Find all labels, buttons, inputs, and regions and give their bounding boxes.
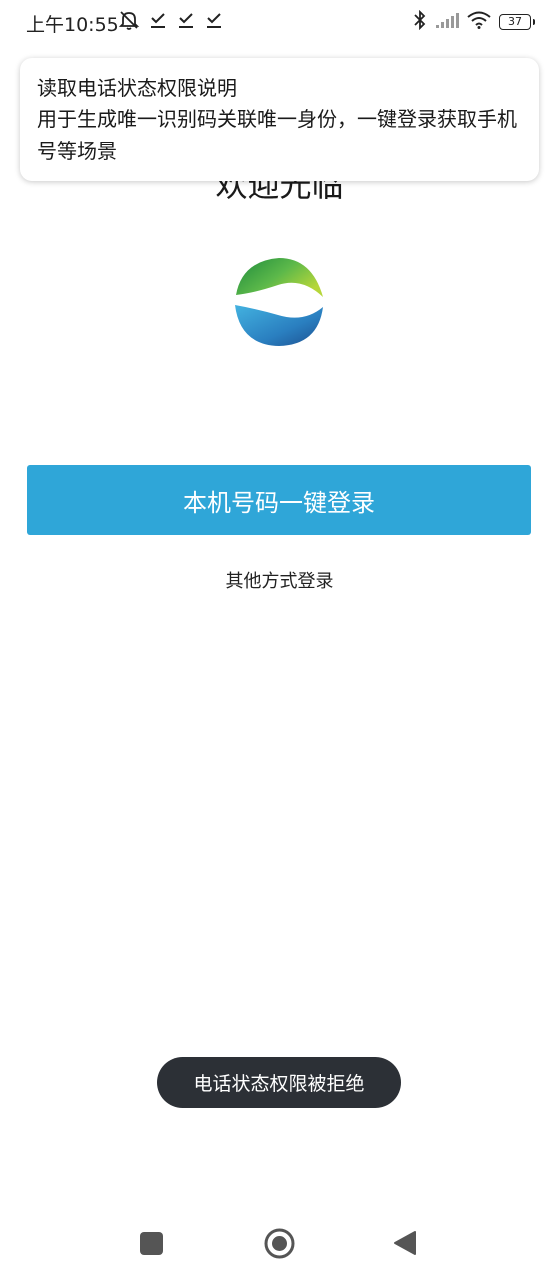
permission-dialog: 读取电话状态权限说明 用于生成唯一识别码关联唯一身份，一键登录获取手机号等场景: [20, 58, 539, 181]
check-icon: [176, 10, 196, 30]
wifi-icon: [467, 11, 491, 33]
other-login-link[interactable]: 其他方式登录: [0, 567, 559, 593]
bluetooth-icon: [413, 9, 427, 34]
check-icon: [148, 10, 168, 30]
recent-apps-icon[interactable]: [140, 1232, 163, 1255]
check-icon: [204, 10, 224, 30]
back-icon[interactable]: [393, 1230, 417, 1256]
status-notification-icons: [118, 9, 224, 31]
permission-denied-toast: 电话状态权限被拒绝: [157, 1057, 401, 1108]
signal-icon: [435, 11, 459, 33]
battery-icon: 37: [499, 14, 535, 30]
navigation-bar: [0, 1210, 559, 1280]
permission-dialog-description: 用于生成唯一识别码关联唯一身份，一键登录获取手机号等场景: [37, 107, 517, 163]
home-icon[interactable]: [264, 1228, 295, 1259]
app-logo: [232, 255, 326, 349]
status-time: 上午10:55: [26, 14, 119, 36]
status-system-icons: 37: [413, 9, 535, 34]
one-key-login-button[interactable]: 本机号码一键登录: [27, 465, 531, 535]
status-bar: 上午10:55 37: [0, 0, 559, 44]
alarm-off-icon: [118, 9, 140, 31]
permission-dialog-title: 读取电话状态权限说明: [37, 76, 237, 100]
